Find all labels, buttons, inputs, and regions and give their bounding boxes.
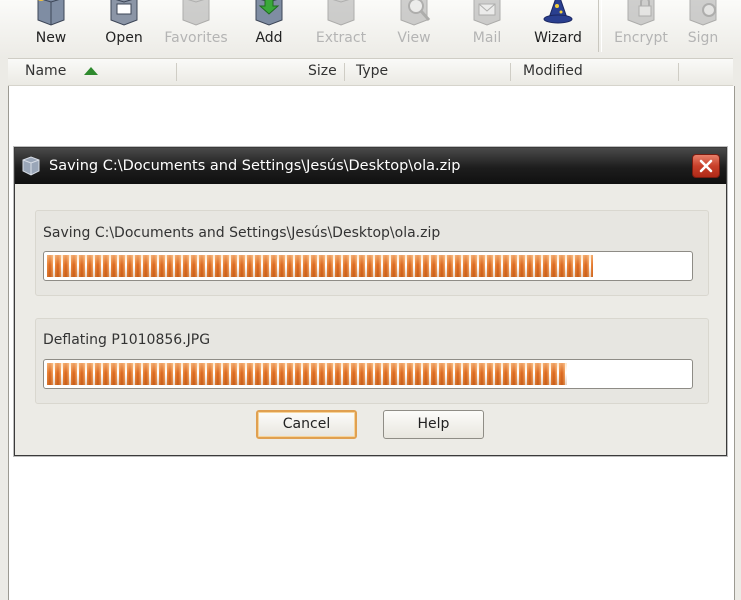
favorites-button-label: Favorites — [164, 30, 228, 46]
overall-progress-label: Saving C:\Documents and Settings\Jesús\D… — [43, 225, 441, 241]
close-button[interactable] — [692, 154, 720, 178]
open-archive-icon — [110, 0, 138, 26]
saving-dialog: Saving C:\Documents and Settings\Jesús\D… — [14, 147, 727, 456]
favorites-icon — [182, 0, 210, 26]
new-archive-icon — [37, 0, 65, 26]
file-progress-fill — [47, 363, 567, 385]
column-divider[interactable] — [678, 63, 679, 81]
view-button-label: View — [397, 30, 431, 46]
sign-button-label: Sign — [687, 30, 719, 46]
wizard-button[interactable]: Wizard — [528, 0, 588, 54]
close-icon — [699, 159, 713, 173]
favorites-button[interactable]: Favorites — [160, 0, 232, 54]
column-divider[interactable] — [344, 63, 345, 81]
extract-button[interactable]: Extract — [310, 0, 372, 54]
cancel-button[interactable]: Cancel — [256, 410, 357, 439]
extract-button-label: Extract — [315, 30, 367, 46]
overall-progress-bar — [43, 251, 693, 281]
file-progress-bar — [43, 359, 693, 389]
mail-icon — [473, 0, 501, 26]
toolbar-separator — [598, 0, 602, 52]
add-button-label: Add — [255, 30, 283, 46]
dialog-titlebar[interactable]: Saving C:\Documents and Settings\Jesús\D… — [15, 148, 726, 184]
column-divider[interactable] — [176, 63, 177, 81]
wizard-button-label: Wizard — [534, 30, 582, 46]
encrypt-button[interactable]: Encrypt — [610, 0, 672, 54]
view-icon — [400, 0, 431, 26]
sign-icon — [689, 0, 717, 26]
file-list-header: Name Size Type Modified — [8, 59, 733, 86]
encrypt-icon — [627, 0, 655, 26]
column-header-modified-label: Modified — [523, 63, 583, 79]
column-header-type-label: Type — [356, 63, 389, 79]
open-button[interactable]: Open — [96, 0, 152, 54]
column-header-modified[interactable]: Modified — [523, 59, 583, 85]
column-header-name-label: Name — [25, 63, 67, 79]
mail-button[interactable]: Mail — [462, 0, 512, 54]
column-header-name[interactable]: Name — [25, 59, 66, 85]
column-header-size-label: Size — [308, 63, 337, 79]
overall-progress-fill — [47, 255, 593, 277]
toolbar: New Open Favorites Add Extract View Mail… — [0, 0, 741, 59]
dialog-title: Saving C:\Documents and Settings\Jesús\D… — [49, 158, 461, 174]
help-button[interactable]: Help — [383, 410, 484, 439]
open-button-label: Open — [105, 30, 143, 46]
column-divider[interactable] — [510, 63, 511, 81]
extract-icon — [327, 0, 355, 26]
file-progress-label: Deflating P1010856.JPG — [43, 332, 211, 348]
new-button-label: New — [35, 30, 67, 46]
file-progress-group: Deflating P1010856.JPG — [35, 318, 709, 404]
column-header-size[interactable]: Size — [308, 59, 337, 85]
sign-button[interactable]: Sign — [682, 0, 724, 54]
add-button[interactable]: Add — [244, 0, 294, 54]
new-button[interactable]: New — [22, 0, 80, 54]
encrypt-button-label: Encrypt — [614, 30, 668, 46]
column-header-type[interactable]: Type — [356, 59, 388, 85]
sort-ascending-icon — [84, 67, 98, 75]
mail-button-label: Mail — [472, 30, 502, 46]
wizard-icon — [543, 0, 573, 24]
archive-icon — [22, 156, 40, 176]
view-button[interactable]: View — [388, 0, 440, 54]
add-files-icon — [255, 0, 283, 26]
window-frame-left — [0, 58, 8, 600]
overall-progress-group: Saving C:\Documents and Settings\Jesús\D… — [35, 210, 709, 296]
